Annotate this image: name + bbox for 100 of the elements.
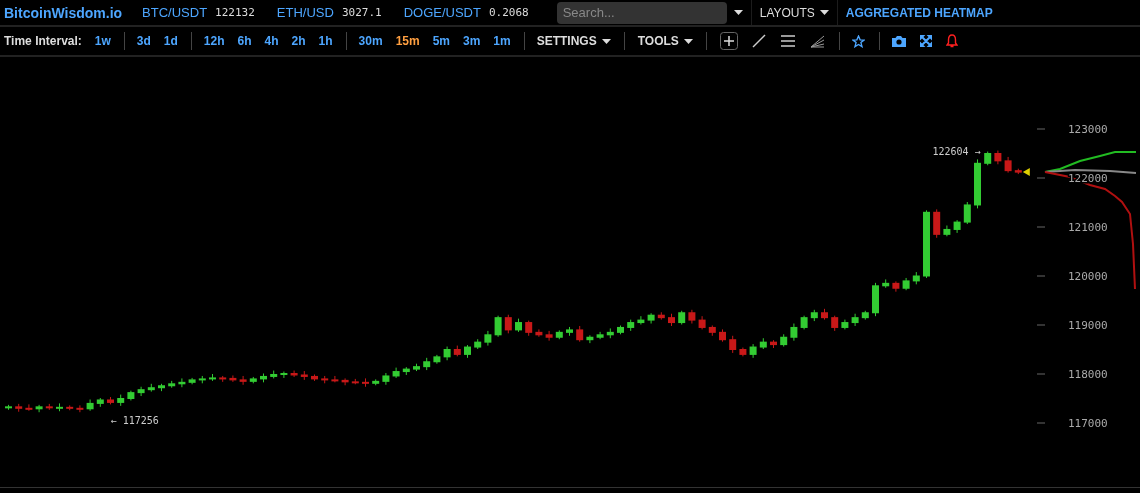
bearish-candle [66,404,74,411]
bullish-candle [872,282,879,317]
bearish-candle [45,403,53,411]
heatmap-link[interactable]: AGGREGATED HEATMAP [845,5,993,20]
interval-button[interactable]: 2h [291,34,306,48]
interval-button[interactable]: 1m [493,34,511,48]
bearish-candle [994,150,1002,165]
caret-icon[interactable] [683,38,693,44]
bullish-candle [260,373,267,383]
bearish-candle [311,374,318,382]
bullish-candle [790,323,798,342]
line-icon[interactable] [751,34,766,48]
bullish-candle [555,329,563,340]
interval-button[interactable]: 6h [237,34,252,48]
interval-button[interactable]: 3m [463,34,481,48]
bullish-candle [35,404,43,413]
bullish-candle [178,377,186,388]
bullish-candle [198,375,206,384]
bearish-candle [25,403,33,412]
bullish-candle [137,386,145,397]
bearish-candle [535,328,543,338]
bearish-candle [933,208,941,239]
layouts-menu[interactable]: LAYOUTS [759,5,815,20]
bearish-candle [831,315,839,332]
bullish-candle [413,363,420,372]
bullish-candle [586,334,594,344]
ticker-symbol[interactable]: DOGE/USDT [403,5,481,20]
bullish-candle [617,325,624,335]
bullish-candle [566,326,573,337]
ticker-symbol[interactable]: BTC/USDT [142,5,208,20]
crosshair-icon[interactable] [719,32,738,50]
interval-button[interactable]: 3d [136,34,151,48]
bearish-candle [668,313,675,327]
bullish-candle [800,315,808,330]
settings-menu[interactable]: SETTINGS [536,34,597,48]
interval-button[interactable]: 1d [163,34,178,48]
bullish-candle [851,313,859,327]
star-icon[interactable] [851,34,865,48]
search-field[interactable]: Search... [556,1,727,24]
caret-icon[interactable] [819,10,829,15]
bearish-candle [453,345,461,357]
bearish-candle [331,375,339,383]
bearish-candle [229,374,237,383]
bearish-candle [504,314,512,334]
tools-menu[interactable]: TOOLS [637,34,679,48]
interval-button[interactable]: 12h [203,34,225,48]
bullish-candle [637,315,645,325]
bearish-candle [76,404,84,413]
bullish-candle [464,344,471,359]
bullish-candle [86,399,94,412]
bearish-candle [892,280,900,293]
site-logo[interactable]: BitcoinWisdom.io [4,4,123,21]
bullish-candle [117,394,125,407]
bearish-candle [821,308,828,321]
ticker-symbol[interactable]: ETH/USD [276,5,334,20]
bearish-candle [1004,156,1012,174]
caret-icon[interactable] [601,38,611,44]
interval-button[interactable]: 4h [264,34,279,48]
bullish-candle [474,338,482,350]
bullish-candle [912,271,920,285]
interval-button[interactable]: 1w [94,34,111,48]
lines-icon[interactable] [779,35,796,47]
fullscreen-icon[interactable] [919,35,932,47]
interval-button[interactable]: 5m [432,34,450,48]
bullish-candle [249,376,257,384]
bullish-candle [147,383,155,393]
bullish-candle [963,201,971,225]
current-price-marker [1022,168,1030,177]
bullish-candle [943,225,951,237]
bearish-candle [525,320,533,337]
bullish-candle [168,380,176,389]
axis-label: 117000 [1068,417,1108,430]
bell-icon[interactable] [945,34,958,48]
bearish-candle [729,335,737,354]
fan-icon[interactable] [809,34,825,48]
bearish-candle [688,309,696,325]
ticker-price: 0.2068 [488,6,529,19]
bullish-candle [382,372,390,386]
high-price-label: 122604 → [932,145,981,157]
bullish-candle [984,151,992,166]
bullish-candle [188,377,196,385]
camera-icon[interactable] [891,35,906,47]
caret-icon[interactable] [733,10,743,15]
bullish-candle [515,318,522,333]
bullish-candle [484,330,492,347]
bullish-candle [280,371,288,379]
bearish-candle [545,330,553,342]
interval-button[interactable]: 15m [395,34,420,48]
bullish-candle [433,354,441,365]
axis-label: 123000 [1068,123,1108,136]
bullish-candle [923,209,930,279]
bearish-candle [239,375,247,386]
bullish-candle [372,378,380,386]
bullish-candle [209,373,216,382]
interval-button[interactable]: 30m [358,34,383,48]
ticker-price: 3027.1 [341,6,382,19]
interval-button[interactable]: 1h [318,34,333,48]
bearish-candle [698,315,706,330]
bullish-candle [606,327,614,339]
bullish-candle [749,343,757,359]
